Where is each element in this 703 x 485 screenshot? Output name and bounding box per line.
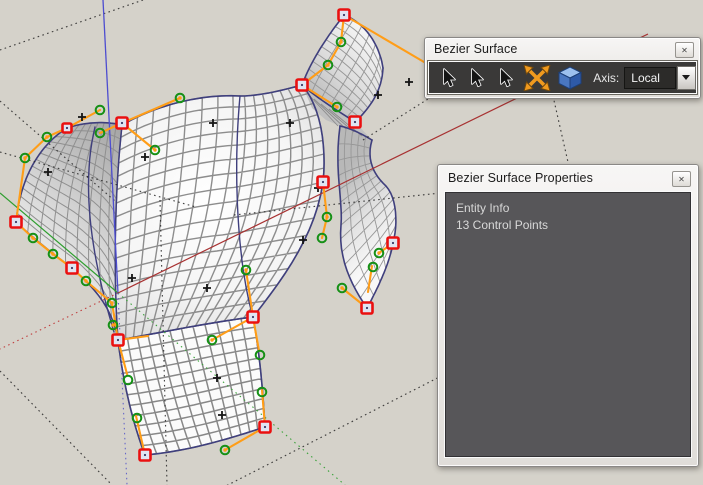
axis-label: Axis: bbox=[593, 71, 619, 85]
axis-dropdown[interactable]: Local bbox=[624, 67, 676, 89]
bezier-surface-properties-window[interactable]: Bezier Surface Properties ✕ Entity Info … bbox=[437, 164, 699, 467]
remove-control-point-tool-button[interactable] bbox=[495, 68, 514, 88]
tool-panel: Axis: Local bbox=[428, 61, 697, 94]
anchor-point[interactable] bbox=[362, 303, 373, 314]
anchor-point[interactable] bbox=[140, 450, 151, 461]
move-control-point-tool-button[interactable] bbox=[523, 65, 551, 91]
anchor-point[interactable] bbox=[11, 217, 22, 228]
anchor-point[interactable] bbox=[63, 124, 72, 133]
cube-icon bbox=[557, 66, 583, 90]
bezier-surface-toolbar[interactable]: Bezier Surface ✕ bbox=[424, 37, 701, 99]
toolbar-titlebar[interactable]: Bezier Surface ✕ bbox=[425, 38, 700, 60]
axis-dropdown-button[interactable] bbox=[677, 66, 696, 90]
axis-dropdown-value: Local bbox=[631, 71, 660, 85]
cursor-icon bbox=[440, 68, 456, 88]
close-icon[interactable]: ✕ bbox=[672, 171, 691, 187]
properties-titlebar[interactable]: Bezier Surface Properties ✕ bbox=[438, 165, 698, 191]
anchor-point[interactable] bbox=[113, 335, 124, 346]
entity-info-panel: Entity Info 13 Control Points bbox=[445, 192, 691, 457]
move-arrows-icon bbox=[523, 65, 551, 91]
anchor-point[interactable] bbox=[67, 263, 78, 274]
cursor-icon bbox=[497, 68, 513, 88]
window-title: Bezier Surface Properties bbox=[448, 171, 593, 185]
chevron-down-icon bbox=[682, 75, 690, 80]
anchor-point[interactable] bbox=[350, 117, 361, 128]
anchor-point[interactable] bbox=[117, 118, 128, 129]
control-points-count: 13 Control Points bbox=[456, 217, 680, 234]
anchor-point[interactable] bbox=[388, 238, 399, 249]
anchor-point[interactable] bbox=[318, 177, 329, 188]
edit-surface-tool-button[interactable] bbox=[557, 66, 583, 90]
select-tool-button[interactable] bbox=[438, 68, 457, 88]
add-control-point-tool-button[interactable] bbox=[466, 68, 485, 88]
anchor-point[interactable] bbox=[297, 80, 308, 91]
cursor-icon bbox=[468, 68, 484, 88]
anchor-point[interactable] bbox=[260, 422, 271, 433]
close-icon[interactable]: ✕ bbox=[675, 42, 694, 58]
anchor-point[interactable] bbox=[248, 312, 259, 323]
entity-info-label: Entity Info bbox=[456, 200, 680, 217]
window-title: Bezier Surface bbox=[434, 42, 517, 56]
anchor-point[interactable] bbox=[339, 10, 350, 21]
application-canvas: Bezier Surface ✕ bbox=[0, 0, 703, 485]
